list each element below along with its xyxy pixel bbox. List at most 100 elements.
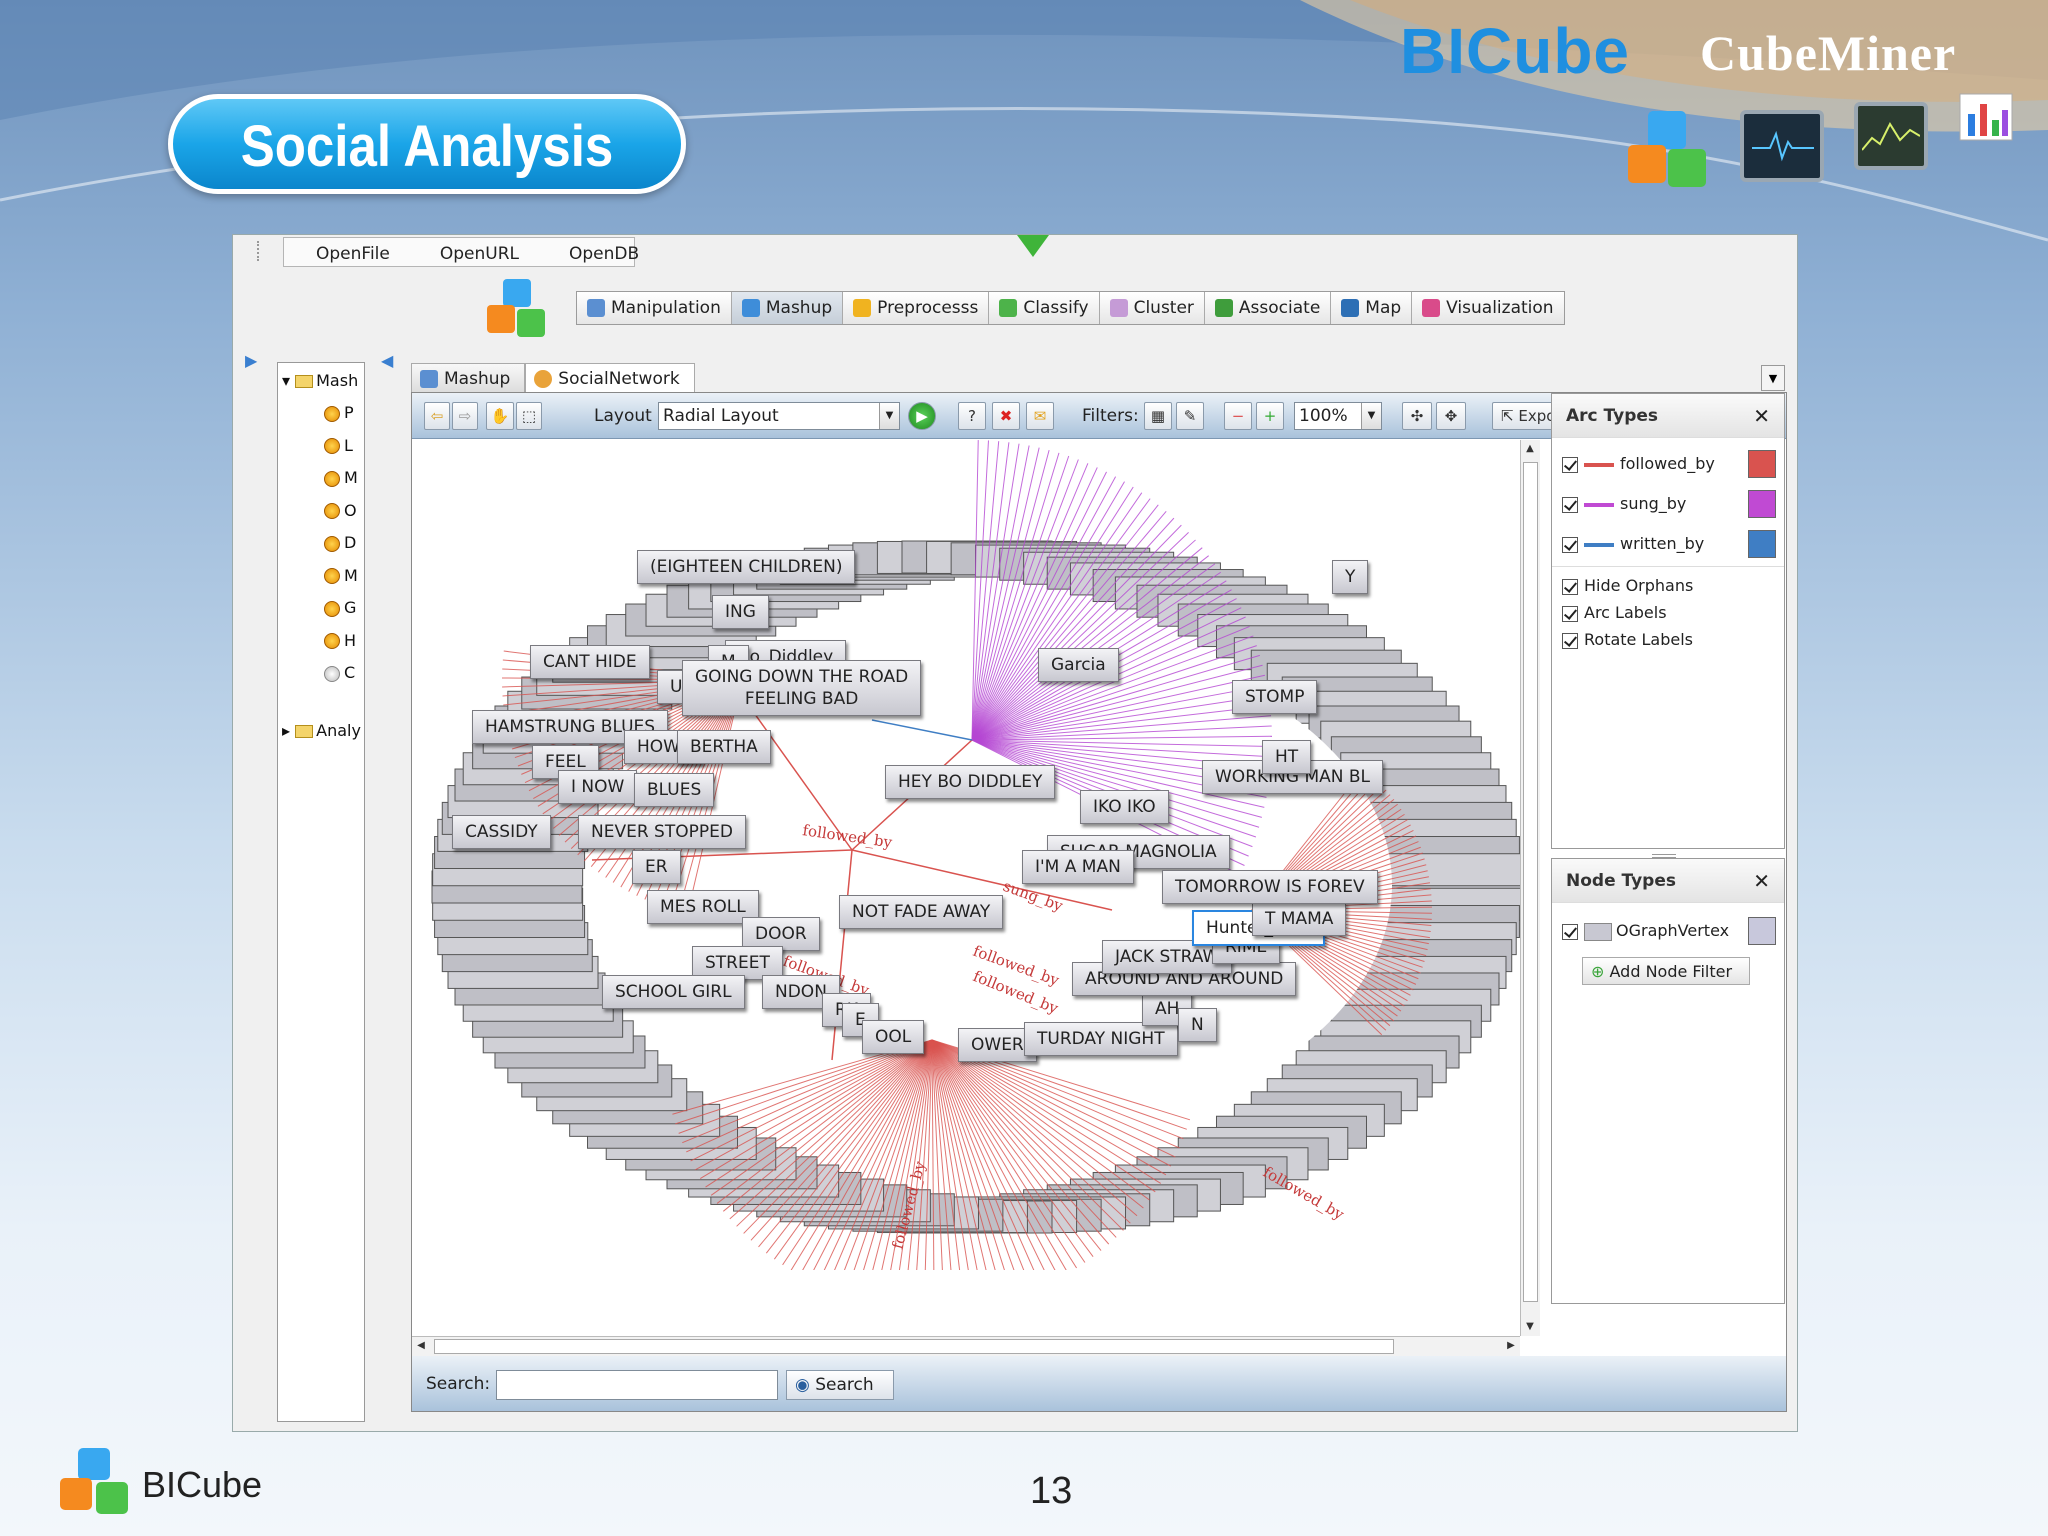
toolbar-cluster-button[interactable]: Cluster (1100, 292, 1205, 324)
tree-second-root[interactable]: ▸ Analy (282, 721, 361, 740)
collapse-panel-icon[interactable]: ◀ (381, 351, 393, 370)
mail-button[interactable]: ✉ (1026, 402, 1054, 430)
tab-socialnetwork[interactable]: SocialNetwork (525, 363, 695, 393)
scroll-up-icon[interactable]: ▲ (1521, 440, 1539, 458)
layout-select[interactable]: Radial Layout ▼ (658, 402, 900, 430)
graph-node[interactable]: TURDAY NIGHT (1024, 1022, 1178, 1056)
graph-node[interactable]: BLUES (634, 773, 715, 807)
graph-node[interactable]: NEVER STOPPED (578, 815, 746, 849)
checkbox-icon[interactable] (1562, 578, 1578, 595)
graph-canvas[interactable]: followed_by sung_by followed_by followed_by… (412, 440, 1520, 1270)
close-icon[interactable]: ✕ (1753, 869, 1770, 893)
graph-node[interactable]: Garcia (1038, 648, 1119, 682)
horizontal-scroll-thumb[interactable] (434, 1339, 1394, 1354)
vertical-scroll-thumb[interactable] (1523, 462, 1538, 1302)
center-view-button[interactable]: ✥ (1436, 402, 1466, 430)
tab-mashup[interactable]: Mashup (411, 363, 526, 393)
tree-item[interactable]: P (324, 403, 354, 422)
tab-list-dropdown[interactable]: ▼ (1761, 365, 1785, 391)
zoom-select[interactable]: 100% ▼ (1294, 402, 1382, 430)
back-button[interactable]: ⇦ (424, 402, 450, 430)
arc-color-swatch[interactable] (1748, 450, 1776, 478)
scroll-left-icon[interactable]: ◀ (412, 1337, 430, 1355)
expand-left-icon[interactable]: ▶ (245, 351, 257, 370)
scroll-right-icon[interactable]: ▶ (1502, 1337, 1520, 1355)
checkbox-icon[interactable] (1562, 536, 1578, 553)
tree-item[interactable]: H (324, 631, 356, 650)
graph-node[interactable]: T MAMA (1252, 902, 1347, 936)
tree-item[interactable]: M (324, 468, 358, 487)
menu-openurl[interactable]: OpenURL (408, 238, 537, 266)
tree-item[interactable]: C (324, 663, 355, 682)
stop-button[interactable]: ✖ (992, 402, 1020, 430)
arc-color-swatch[interactable] (1748, 490, 1776, 518)
graph-node[interactable]: IKO IKO (1080, 790, 1169, 824)
run-layout-button[interactable]: ▶ (908, 402, 936, 430)
checkbox-icon[interactable] (1562, 632, 1578, 649)
toolbar-visualization-button[interactable]: Visualization (1412, 292, 1563, 324)
graph-node[interactable]: (EIGHTEEN CHILDREN) (637, 550, 856, 584)
toolbar-grip[interactable] (257, 241, 263, 261)
close-icon[interactable]: ✕ (1753, 404, 1770, 428)
tree-item[interactable]: O (324, 501, 357, 520)
menu-openfile[interactable]: OpenFile (284, 238, 408, 266)
toolbar-classify-button[interactable]: Classify (989, 292, 1100, 324)
zoom-in-button[interactable]: + (1256, 402, 1284, 430)
arc-type-sung-by[interactable]: sung_by (1562, 494, 1686, 513)
graph-node[interactable]: HT (1262, 740, 1312, 774)
checkbox-icon[interactable] (1562, 923, 1578, 940)
node-filter-button[interactable]: ▦ (1144, 402, 1172, 430)
graph-node[interactable]: BERTHA (677, 730, 771, 764)
tree-item[interactable]: M (324, 566, 358, 585)
select-tool-button[interactable]: ⬚ (516, 402, 542, 430)
zoom-out-button[interactable]: − (1224, 402, 1252, 430)
menu-opendb[interactable]: OpenDB (537, 238, 657, 266)
graph-node[interactable]: STOMP (1232, 680, 1318, 714)
graph-node[interactable]: ING (712, 595, 769, 629)
arc-color-swatch[interactable] (1748, 530, 1776, 558)
vertical-scrollbar[interactable]: ▲ ▼ (1520, 440, 1540, 1336)
tree-root[interactable]: ▾ Mash (282, 371, 358, 390)
toolbar-mashup-button[interactable]: Mashup (731, 292, 844, 324)
fit-view-button[interactable]: ✣ (1402, 402, 1432, 430)
option-arc-labels[interactable]: Arc Labels (1562, 603, 1667, 622)
graph-node[interactable]: TOMORROW IS FOREV (1162, 870, 1378, 904)
graph-node[interactable]: N (1178, 1008, 1217, 1042)
option-hide-orphans[interactable]: Hide Orphans (1562, 576, 1693, 595)
graph-node[interactable]: CASSIDY (452, 815, 551, 849)
collapse-arrow-icon[interactable] (1013, 233, 1053, 259)
search-button[interactable]: ◉ Search (786, 1370, 894, 1400)
option-rotate-labels[interactable]: Rotate Labels (1562, 630, 1693, 649)
scroll-down-icon[interactable]: ▼ (1521, 1318, 1539, 1336)
graph-node[interactable]: OOL (862, 1020, 925, 1054)
toolbar-manipulation-button[interactable]: Manipulation (577, 292, 732, 324)
graph-node[interactable]: ER (632, 850, 681, 884)
toolbar-preprocesss-button[interactable]: Preprocesss (843, 292, 990, 324)
graph-node[interactable]: GOING DOWN THE ROAD FEELING BAD (682, 660, 922, 716)
search-input[interactable] (496, 1370, 778, 1400)
checkbox-icon[interactable] (1562, 605, 1578, 622)
graph-node[interactable]: Y (1332, 560, 1369, 594)
forward-button[interactable]: ⇨ (452, 402, 478, 430)
checkbox-icon[interactable] (1562, 496, 1578, 513)
arc-type-followed-by[interactable]: followed_by (1562, 454, 1715, 473)
graph-node[interactable]: SCHOOL GIRL (602, 975, 745, 1009)
graph-node[interactable]: NOT FADE AWAY (839, 895, 1004, 929)
toolbar-associate-button[interactable]: Associate (1205, 292, 1332, 324)
tree-item[interactable]: D (324, 533, 356, 552)
pan-tool-button[interactable]: ✋ (486, 402, 514, 430)
tree-item[interactable]: G (324, 598, 356, 617)
edge-filter-button[interactable]: ✎ (1176, 402, 1204, 430)
add-node-filter-button[interactable]: ⊕ Add Node Filter (1582, 957, 1750, 985)
tree-item[interactable]: L (324, 436, 353, 455)
arc-type-written-by[interactable]: written_by (1562, 534, 1704, 553)
toolbar-map-button[interactable]: Map (1331, 292, 1413, 324)
graph-node[interactable]: I'M A MAN (1022, 850, 1134, 884)
horizontal-scrollbar[interactable]: ◀ ▶ (412, 1336, 1520, 1356)
help-button[interactable]: ? (958, 402, 986, 430)
node-color-swatch[interactable] (1748, 917, 1776, 945)
checkbox-icon[interactable] (1562, 456, 1578, 473)
graph-node[interactable]: HEY BO DIDDLEY (885, 765, 1056, 799)
graph-node[interactable]: I NOW (558, 770, 638, 804)
graph-node[interactable]: CANT HIDE (530, 645, 650, 679)
